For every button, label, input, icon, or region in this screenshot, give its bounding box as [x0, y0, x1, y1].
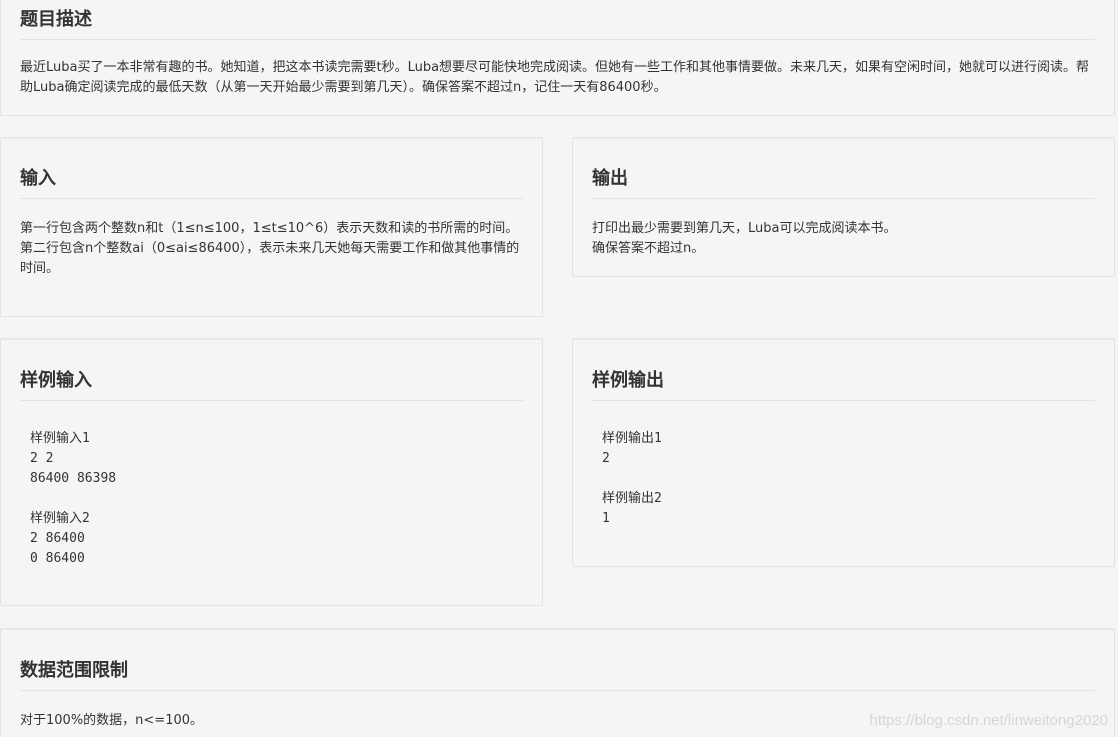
- constraints-title: 数据范围限制: [20, 656, 1095, 691]
- output-title: 输出: [592, 164, 1095, 199]
- sample-output-title: 样例输出: [592, 366, 1095, 401]
- input-panel: 输入 第一行包含两个整数n和t（1≤n≤100，1≤t≤10^6）表示天数和读的…: [0, 137, 543, 317]
- sample-output-panel: 样例输出 样例输出1 2 样例输出2 1: [572, 338, 1115, 567]
- input-text: 第一行包含两个整数n和t（1≤n≤100，1≤t≤10^6）表示天数和读的书所需…: [20, 221, 520, 276]
- problem-page: 题目描述 最近Luba买了一本非常有趣的书。她知道，把这本书读完需要t秒。Lub…: [0, 0, 1118, 737]
- description-text: 最近Luba买了一本非常有趣的书。她知道，把这本书读完需要t秒。Luba想要尽可…: [20, 60, 1090, 95]
- sample-input-panel: 样例输入 样例输入1 2 2 86400 86398 样例输入2 2 86400…: [0, 338, 543, 606]
- input-title: 输入: [20, 164, 523, 199]
- output-panel: 输出 打印出最少需要到第几天，Luba可以完成阅读本书。 确保答案不超过n。: [572, 137, 1115, 277]
- output-text: 打印出最少需要到第几天，Luba可以完成阅读本书。 确保答案不超过n。: [592, 221, 897, 256]
- sample-input-title: 样例输入: [20, 366, 523, 401]
- sample-input-code: 样例输入1 2 2 86400 86398 样例输入2 2 86400 0 86…: [30, 431, 117, 566]
- watermark-text: https://blog.csdn.net/linweitong2020: [869, 712, 1109, 729]
- description-title: 题目描述: [20, 5, 1095, 40]
- description-panel: 题目描述 最近Luba买了一本非常有趣的书。她知道，把这本书读完需要t秒。Lub…: [0, 0, 1115, 116]
- sample-output-code: 样例输出1 2 样例输出2 1: [602, 431, 662, 526]
